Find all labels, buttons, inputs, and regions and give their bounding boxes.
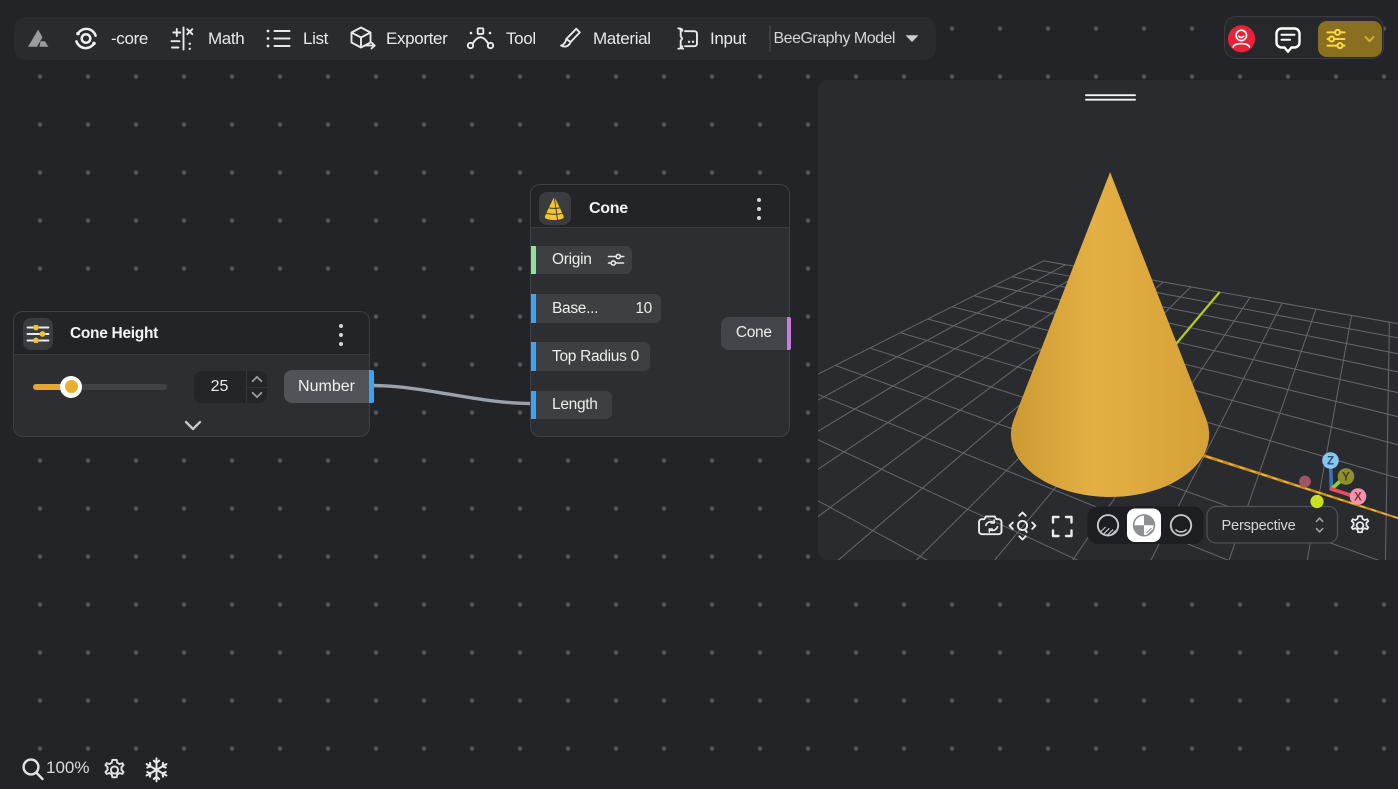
svg-text:Z: Z	[1326, 456, 1333, 468]
svg-text:X: X	[1354, 492, 1362, 504]
svg-text:Y: Y	[1342, 472, 1350, 484]
svg-text:Perspective: Perspective	[1221, 518, 1295, 534]
